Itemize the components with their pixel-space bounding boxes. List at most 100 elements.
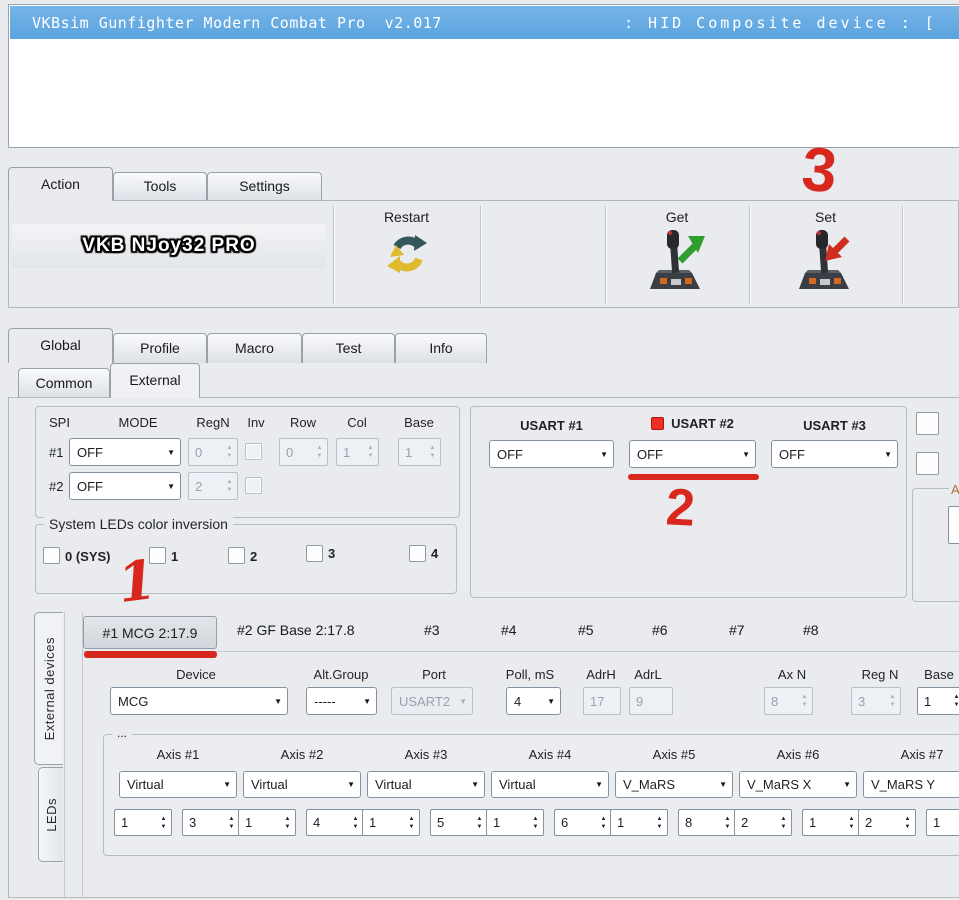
tab-settings[interactable]: Settings	[207, 172, 322, 201]
right-edge-input[interactable]	[948, 506, 959, 544]
side-tab-leds[interactable]: LEDs	[38, 767, 63, 862]
usart1-dropdown[interactable]: OFF▼	[489, 440, 614, 468]
spinner-arrows-icon: ▲▼	[528, 810, 543, 835]
axis7-type-dropdown[interactable]: V_MaRS Y▼	[863, 771, 959, 798]
right-edge-checkbox-2[interactable]	[916, 452, 939, 475]
led-inversion-checkbox-3[interactable]	[306, 545, 323, 562]
axis5-spinner-b[interactable]: 8▲▼	[678, 809, 736, 836]
device-name-label: VKB NJoy32 PRO	[82, 235, 255, 257]
adrl-label: AdrL	[618, 667, 678, 682]
led-inversion-checkbox-0[interactable]	[43, 547, 60, 564]
base-label: Base	[909, 667, 959, 682]
set-button[interactable]: Set	[750, 202, 901, 306]
spinner-arrows-icon: ▲▼	[363, 439, 378, 465]
tab-global[interactable]: Global	[8, 328, 113, 363]
usart2-dropdown[interactable]: OFF▼	[629, 440, 756, 468]
adrl-field: 9	[629, 687, 673, 715]
axis-column-6: Axis #6 V_MaRS X▼ 2▲▼ 1▲▼	[729, 745, 860, 845]
led-inversion-checkbox-2[interactable]	[228, 547, 245, 564]
usart2-led-indicator	[651, 417, 664, 430]
axis7-spinner-a[interactable]: 2▲▼	[858, 809, 916, 836]
axis6-spinner-b[interactable]: 1▲▼	[802, 809, 860, 836]
axis2-type-dropdown[interactable]: Virtual▼	[243, 771, 361, 798]
device-dropdown[interactable]: MCG▼	[110, 687, 288, 715]
tab-external[interactable]: External	[110, 363, 200, 398]
axis6-spinner-a[interactable]: 2▲▼	[734, 809, 792, 836]
device-listbox[interactable]: VKBsim Gunfighter Modern Combat Pro v2.0…	[8, 4, 959, 148]
side-tab-external-devices[interactable]: External devices	[34, 612, 63, 765]
port-label: Port	[384, 667, 484, 682]
axis3-type-dropdown[interactable]: Virtual▼	[367, 771, 485, 798]
axis1-type-dropdown[interactable]: Virtual▼	[119, 771, 237, 798]
base-spinner[interactable]: 1▲▼	[917, 687, 959, 715]
get-button[interactable]: Get	[606, 202, 748, 306]
alt-group-dropdown[interactable]: -----▼	[306, 687, 377, 715]
device-tab-2[interactable]: #2 GF Base 2:17.8	[237, 622, 355, 638]
device-logo-plate: VKB NJoy32 PRO	[12, 224, 326, 268]
led-inversion-group: System LEDs color inversion 0 (SYS) 1 2 …	[35, 524, 457, 594]
restart-button[interactable]: Restart	[334, 202, 479, 306]
axis-label: Axis #1	[119, 747, 237, 762]
device-tab-3[interactable]: #3	[424, 622, 440, 638]
set-joystick-icon	[795, 227, 857, 298]
led-inversion-label-4: 4	[431, 546, 438, 561]
axis5-spinner-a[interactable]: 1▲▼	[610, 809, 668, 836]
axis2-spinner-a[interactable]: 1▲▼	[238, 809, 296, 836]
axis-label: Axis #4	[491, 747, 609, 762]
axis5-type-dropdown[interactable]: V_MaRS▼	[615, 771, 733, 798]
tab-tools[interactable]: Tools	[113, 172, 207, 201]
spi2-inv-checkbox	[245, 477, 262, 494]
chevron-down-icon: ▼	[274, 697, 282, 706]
annotation-underline-device-tab	[84, 651, 217, 658]
device-tab-6[interactable]: #6	[652, 622, 668, 638]
get-joystick-icon	[646, 227, 708, 298]
device-tab-1[interactable]: #1 MCG 2:17.9	[83, 616, 217, 649]
axis1-spinner-b[interactable]: 3▲▼	[182, 809, 240, 836]
restart-label: Restart	[384, 209, 429, 225]
spi2-mode-dropdown[interactable]: OFF▼	[69, 472, 181, 500]
panel-divider	[64, 612, 65, 897]
axis4-spinner-b[interactable]: 6▲▼	[554, 809, 612, 836]
tab-macro[interactable]: Macro	[207, 333, 302, 363]
chevron-down-icon: ▼	[547, 697, 555, 706]
usart3-dropdown[interactable]: OFF▼	[771, 440, 898, 468]
axis4-type-dropdown[interactable]: Virtual▼	[491, 771, 609, 798]
right-edge-checkbox-1[interactable]	[916, 412, 939, 435]
device-tab-4[interactable]: #4	[501, 622, 517, 638]
tab-info[interactable]: Info	[395, 333, 487, 363]
tab-profile[interactable]: Profile	[113, 333, 207, 363]
chevron-down-icon: ▼	[363, 697, 371, 706]
usart1-label: USART #1	[489, 418, 614, 433]
device-tab-5[interactable]: #5	[578, 622, 594, 638]
device-list-selected-row[interactable]: VKBsim Gunfighter Modern Combat Pro v2.0…	[10, 6, 959, 39]
spinner-arrows-icon: ▲▼	[949, 688, 959, 714]
axis2-spinner-b[interactable]: 4▲▼	[306, 809, 364, 836]
axis-label: Axis #2	[243, 747, 361, 762]
spi1-inv-checkbox	[245, 443, 262, 460]
spi1-mode-dropdown[interactable]: OFF▼	[69, 438, 181, 466]
chevron-down-icon: ▼	[471, 780, 479, 789]
spi2-row-label: #2	[49, 479, 63, 494]
axis1-spinner-a[interactable]: 1▲▼	[114, 809, 172, 836]
usart2-label: USART #2	[671, 416, 734, 431]
tab-action[interactable]: Action	[8, 167, 113, 201]
regn-spinner: 3▲▼	[851, 687, 901, 715]
device-tab-8[interactable]: #8	[803, 622, 819, 638]
col-header: Col	[337, 415, 377, 430]
axis3-spinner-b[interactable]: 5▲▼	[430, 809, 488, 836]
right-edge-group: A	[912, 488, 959, 602]
axis6-type-dropdown[interactable]: V_MaRS X▼	[739, 771, 857, 798]
right-edge-label-fragment: A	[949, 482, 959, 497]
toolbar-separator	[480, 206, 481, 304]
axis4-spinner-a[interactable]: 1▲▼	[486, 809, 544, 836]
annotation-step-1: 1	[115, 552, 159, 610]
led-inversion-checkbox-4[interactable]	[409, 545, 426, 562]
chevron-down-icon: ▼	[223, 780, 231, 789]
tab-test[interactable]: Test	[302, 333, 395, 363]
tab-common[interactable]: Common	[18, 368, 110, 398]
axis7-spinner-b[interactable]: 1▲▼	[926, 809, 959, 836]
poll-dropdown[interactable]: 4▼	[506, 687, 561, 715]
device-tab-7[interactable]: #7	[729, 622, 745, 638]
spinner-arrows-icon: ▲▼	[900, 810, 915, 835]
axis3-spinner-a[interactable]: 1▲▼	[362, 809, 420, 836]
